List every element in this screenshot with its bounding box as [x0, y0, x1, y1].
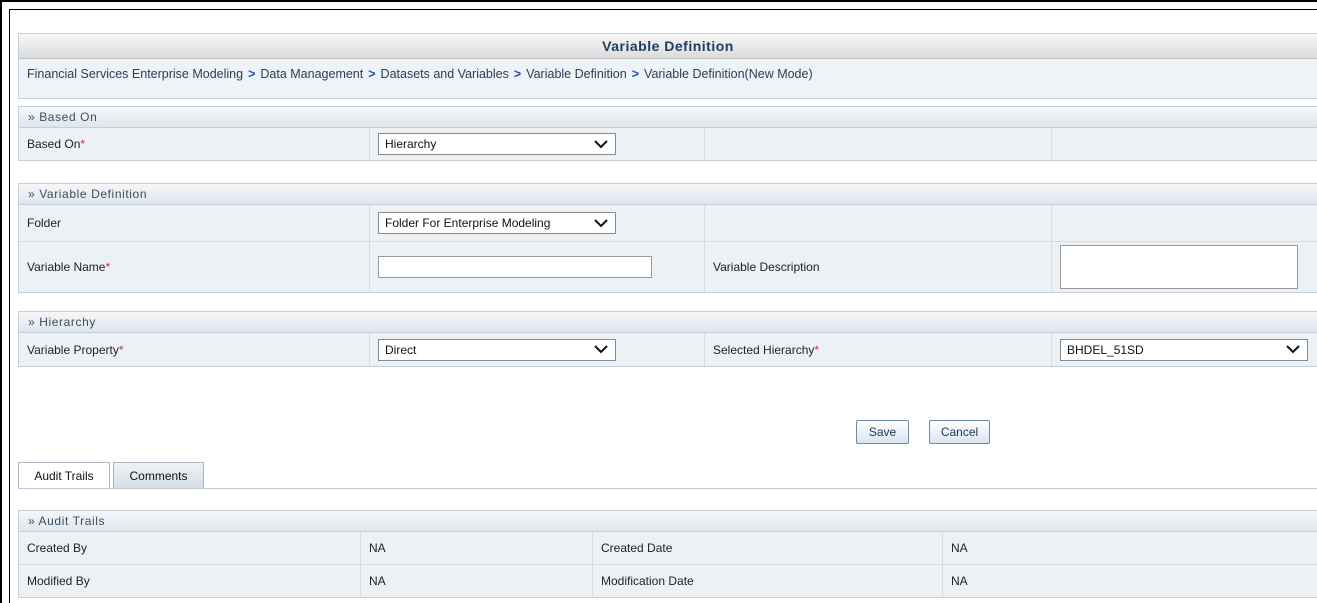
variable-name-label: Variable Name *: [19, 242, 370, 292]
row-based-on: Based On * Hierarchy: [19, 128, 1317, 160]
modified-by-value: NA: [361, 565, 593, 597]
modification-date-label: Modification Date: [593, 565, 943, 597]
row-modified: Modified By NA Modification Date NA: [19, 565, 1317, 597]
chevron-down-icon: [593, 344, 609, 356]
section-hierarchy: » Hierarchy Variable Property * Direct Se…: [18, 311, 1317, 367]
cancel-button[interactable]: Cancel: [929, 420, 990, 444]
breadcrumb-separator-icon: >: [513, 67, 522, 81]
row-created: Created By NA Created Date NA: [19, 532, 1317, 565]
breadcrumb-item-fsem[interactable]: Financial Services Enterprise Modeling: [27, 67, 243, 81]
modification-date-value: NA: [951, 574, 968, 588]
chevron-down-icon: [593, 217, 609, 229]
chevron-down-icon: [1285, 344, 1301, 356]
tab-audit-trails[interactable]: Audit Trails: [18, 462, 110, 488]
section-header-hierarchy[interactable]: » Hierarchy: [19, 312, 1317, 333]
breadcrumb-item-data-management[interactable]: Data Management: [260, 67, 363, 81]
variable-description-textarea[interactable]: [1060, 245, 1298, 289]
section-audit-trails: » Audit Trails Created By NA Created Dat…: [18, 510, 1317, 598]
breadcrumb-item-datasets-variables[interactable]: Datasets and Variables: [381, 67, 509, 81]
folder-label: Folder: [19, 205, 370, 241]
row-folder: Folder Folder For Enterprise Modeling: [19, 205, 1317, 242]
window-border-left: [0, 0, 2, 603]
page-header: Variable Definition Financial Services E…: [18, 33, 1317, 99]
content-border-top: [9, 9, 1317, 10]
section-header-audit-trails[interactable]: » Audit Trails: [19, 511, 1317, 532]
required-marker: *: [814, 342, 820, 357]
breadcrumb-separator-icon: >: [368, 67, 376, 81]
breadcrumb: Financial Services Enterprise Modeling > D…: [19, 59, 1317, 81]
required-marker: *: [118, 342, 124, 357]
required-marker: *: [105, 260, 111, 274]
required-marker: *: [80, 137, 86, 151]
created-by-value: NA: [361, 532, 593, 564]
row-variable-property: Variable Property * Direct Selected Hiera…: [19, 333, 1317, 366]
save-button[interactable]: Save: [856, 420, 909, 444]
chevron-down-icon: [593, 138, 609, 150]
based-on-select[interactable]: Hierarchy: [378, 133, 616, 155]
variable-name-input[interactable]: [378, 256, 652, 278]
folder-select[interactable]: Folder For Enterprise Modeling: [378, 212, 616, 234]
variable-property-select[interactable]: Direct: [378, 338, 616, 361]
created-date-value: NA: [951, 541, 968, 555]
section-header-variable-definition[interactable]: » Variable Definition: [19, 184, 1317, 205]
breadcrumb-item-variable-definition[interactable]: Variable Definition: [526, 67, 627, 81]
created-by-label: Created By: [19, 532, 361, 564]
breadcrumb-separator-icon: >: [248, 67, 256, 81]
page-title: Variable Definition: [19, 34, 1317, 59]
breadcrumb-separator-icon: >: [631, 67, 640, 81]
based-on-label: Based On *: [19, 128, 370, 160]
variable-property-label: Variable Property *: [19, 333, 370, 366]
selected-hierarchy-select[interactable]: BHDEL_51SD: [1060, 338, 1308, 361]
tab-underline: [18, 488, 1317, 489]
breadcrumb-item-current: Variable Definition(New Mode): [644, 67, 813, 81]
variable-description-label: Variable Description: [705, 242, 1052, 292]
tab-comments[interactable]: Comments: [113, 462, 204, 488]
created-date-label: Created Date: [593, 532, 943, 564]
section-based-on: » Based On Based On * Hierarchy: [18, 106, 1317, 161]
row-variable-name: Variable Name * Variable Description: [19, 242, 1317, 292]
content-border-left: [9, 9, 10, 603]
section-header-based-on[interactable]: » Based On: [19, 107, 1317, 128]
section-variable-definition: » Variable Definition Folder Folder For …: [18, 183, 1317, 293]
selected-hierarchy-label: Selected Hierarchy *: [705, 333, 1052, 366]
modified-by-label: Modified By: [19, 565, 361, 597]
window-border-top: [0, 0, 1317, 2]
